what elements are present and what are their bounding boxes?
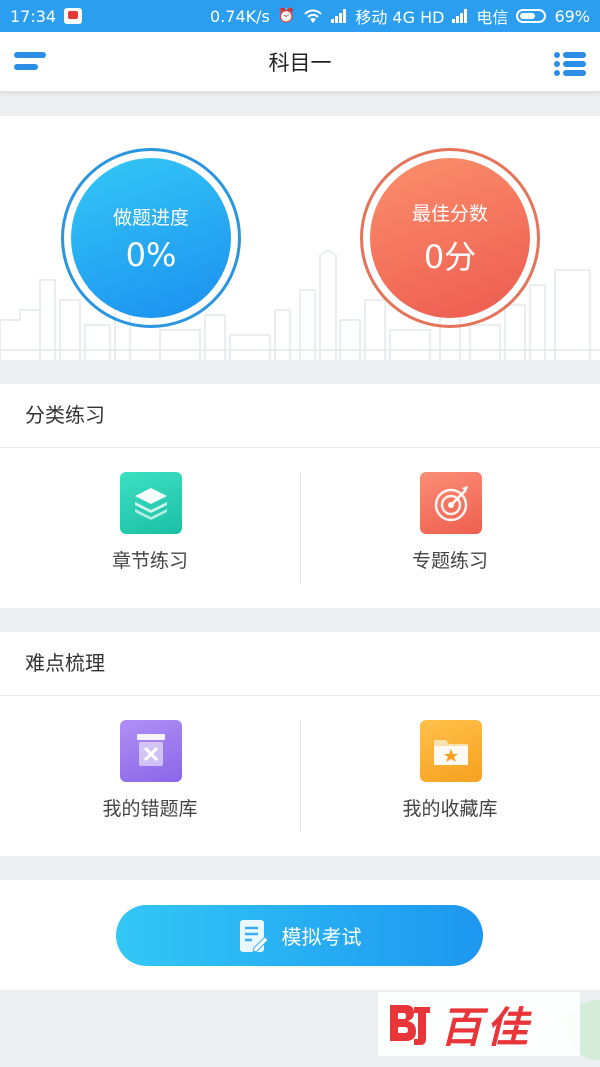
wrong-questions-label: 我的错题库 (102, 798, 198, 820)
page-title: 科目一 (268, 51, 332, 75)
brand-logo-icon (390, 1005, 430, 1045)
carrier-secondary: 电信 (476, 8, 509, 27)
difficult-review-section: 难点梳理 我的错题库 我的收藏库 (0, 632, 600, 856)
favorites-button[interactable]: 我的收藏库 (300, 696, 600, 856)
wifi-icon (304, 9, 323, 23)
watermark-logo: 百佳 (378, 992, 580, 1056)
exam-section: 模拟考试 (0, 880, 600, 990)
wrong-questions-button[interactable]: 我的错题库 (0, 696, 300, 856)
topic-practice-label: 专题练习 (411, 550, 488, 572)
wrong-box-icon (120, 720, 182, 782)
status-bar: 17:34 0.74K/s ⏰ 移动 4G HD 电信 69% (0, 0, 600, 32)
stats-panel: 做题进度 0% 最佳分数 0分 (0, 116, 600, 360)
best-score-value: 0分 (423, 237, 477, 276)
battery-percent: 69% (554, 6, 590, 26)
list-icon[interactable] (554, 52, 586, 76)
progress-circle[interactable]: 做题进度 0% (61, 148, 241, 328)
signal-icon-2 (452, 9, 468, 23)
status-time: 17:34 (10, 6, 57, 26)
watermark-text: 百佳 (440, 1002, 533, 1052)
favorites-label: 我的收藏库 (402, 798, 498, 820)
mock-exam-label: 模拟考试 (281, 925, 362, 949)
best-score-circle[interactable]: 最佳分数 0分 (360, 148, 540, 328)
document-edit-icon (239, 919, 268, 953)
progress-label: 做题进度 (112, 206, 189, 229)
app-header: 科目一 (0, 32, 600, 92)
topic-practice-button[interactable]: 专题练习 (300, 448, 600, 608)
layers-icon (120, 472, 182, 534)
star-folder-icon (420, 720, 482, 782)
battery-icon (516, 9, 547, 23)
category-practice-section: 分类练习 章节练习 专题练习 (0, 384, 600, 608)
target-icon (420, 472, 482, 534)
alarm-icon: ⏰ (277, 8, 296, 24)
best-score-label: 最佳分数 (411, 202, 488, 225)
progress-value: 0% (125, 235, 177, 274)
carrier-primary: 移动 4G HD (355, 8, 445, 27)
notification-app-icon (64, 8, 83, 24)
chapter-practice-button[interactable]: 章节练习 (0, 448, 300, 608)
network-speed: 0.74K/s (210, 6, 270, 26)
signal-icon (331, 9, 347, 23)
section-title: 分类练习 (0, 384, 600, 448)
section-title: 难点梳理 (0, 632, 600, 696)
chapter-practice-label: 章节练习 (111, 550, 188, 572)
mock-exam-button[interactable]: 模拟考试 (116, 905, 483, 966)
